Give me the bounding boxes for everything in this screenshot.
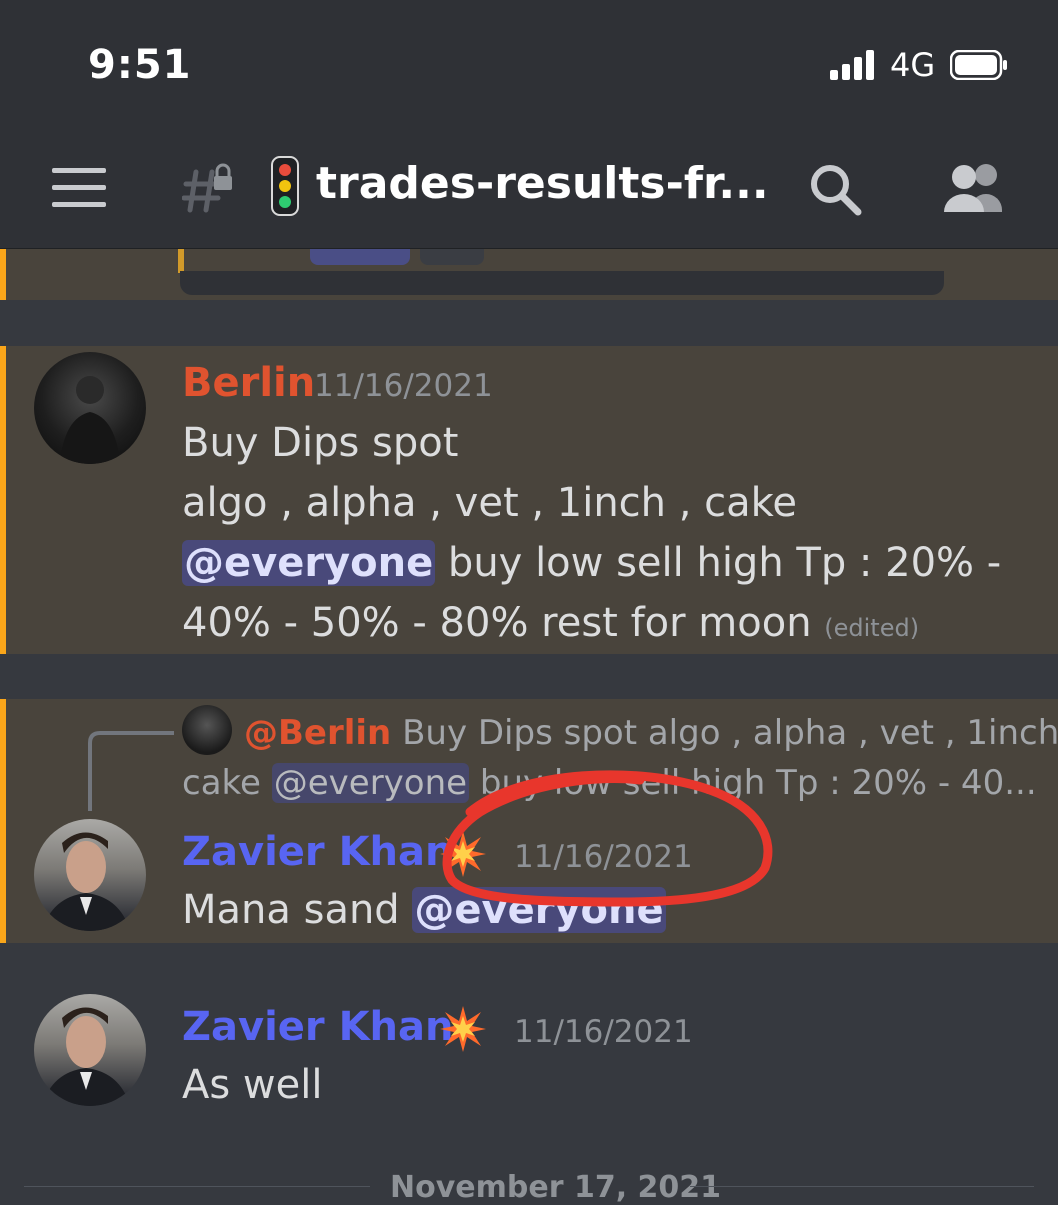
message-line: @everyone buy low sell high Tp : 20% - <box>182 540 1001 586</box>
message-timestamp: 11/16/2021 <box>314 368 493 404</box>
reply-preview[interactable]: @Berlin Buy Dips spot algo , alpha , vet… <box>244 713 1058 753</box>
message-line: 40% - 50% - 80% rest for moon (edited) <box>182 600 919 646</box>
avatar-image-icon <box>42 1007 130 1106</box>
edited-label: (edited) <box>824 614 920 642</box>
author-name[interactable]: Zavier Khan <box>182 829 454 875</box>
reply-author[interactable]: @Berlin <box>244 713 391 753</box>
menu-icon[interactable] <box>52 168 106 208</box>
reply-text: buy low sell high Tp : 20% - 40... <box>469 763 1037 803</box>
message-text: As well <box>182 1062 323 1108</box>
locked-channel-icon <box>182 163 232 213</box>
message-line: Buy Dips spot <box>182 420 459 466</box>
message-zavier-reply[interactable]: @Berlin Buy Dips spot algo , alpha , vet… <box>0 699 1058 943</box>
avatar[interactable] <box>34 994 146 1106</box>
message-text: 40% - 50% - 80% rest for moon <box>182 600 825 646</box>
message-line: Mana sand @everyone <box>182 887 666 933</box>
mention-everyone: @everyone <box>271 763 470 803</box>
reaction-chip[interactable] <box>310 249 410 265</box>
date-divider: November 17, 2021 <box>0 1160 1058 1205</box>
collision-icon <box>440 1006 486 1052</box>
avatar[interactable] <box>34 352 146 464</box>
signal-icon <box>830 50 878 80</box>
avatar-image-icon <box>42 832 130 931</box>
reaction-chip[interactable] <box>420 249 484 265</box>
members-icon[interactable] <box>940 162 1008 212</box>
network-type: 4G <box>890 46 936 84</box>
avatar[interactable] <box>34 819 146 931</box>
search-icon[interactable] <box>808 162 864 218</box>
reply-preview-line2: cake @everyone buy low sell high Tp : 20… <box>182 763 1037 803</box>
author-name[interactable]: Zavier Khan <box>182 1004 454 1050</box>
previous-message-remnant <box>0 249 1058 300</box>
author-name[interactable]: Berlin <box>182 360 315 406</box>
divider-rule <box>24 1186 370 1187</box>
channel-header: trades-results-fr... <box>0 130 1058 249</box>
mention-everyone[interactable]: @everyone <box>412 887 666 933</box>
embed-border <box>178 249 184 273</box>
message-berlin[interactable]: Berlin 11/16/2021 Buy Dips spot algo , a… <box>0 346 1058 654</box>
reply-text: Buy Dips spot algo , alpha , vet , 1inch… <box>391 713 1058 753</box>
reply-avatar[interactable] <box>182 705 232 755</box>
message-timestamp: 11/16/2021 <box>514 839 693 875</box>
mention-everyone[interactable]: @everyone <box>182 540 436 586</box>
status-time: 9:51 <box>88 42 192 88</box>
channel-name[interactable]: trades-results-fr... <box>316 158 769 209</box>
reply-text: cake <box>182 763 272 803</box>
message-text: buy low sell high Tp : 20% - <box>435 540 1002 586</box>
message-zavier[interactable]: Zavier Khan 11/16/2021 As well <box>0 990 1058 1120</box>
battery-icon <box>950 50 1007 80</box>
message-line: algo , alpha , vet , 1inch , cake <box>182 480 798 526</box>
embed-footer <box>180 271 944 295</box>
collision-icon <box>440 831 486 877</box>
divider-rule <box>690 1186 1034 1187</box>
avatar-image-icon <box>60 376 120 464</box>
message-text: Mana sand <box>182 887 413 933</box>
reply-connector <box>88 731 174 811</box>
traffic-light-icon <box>271 156 299 216</box>
status-bar: 9:51 4G <box>0 0 1058 130</box>
message-timestamp: 11/16/2021 <box>514 1014 693 1050</box>
